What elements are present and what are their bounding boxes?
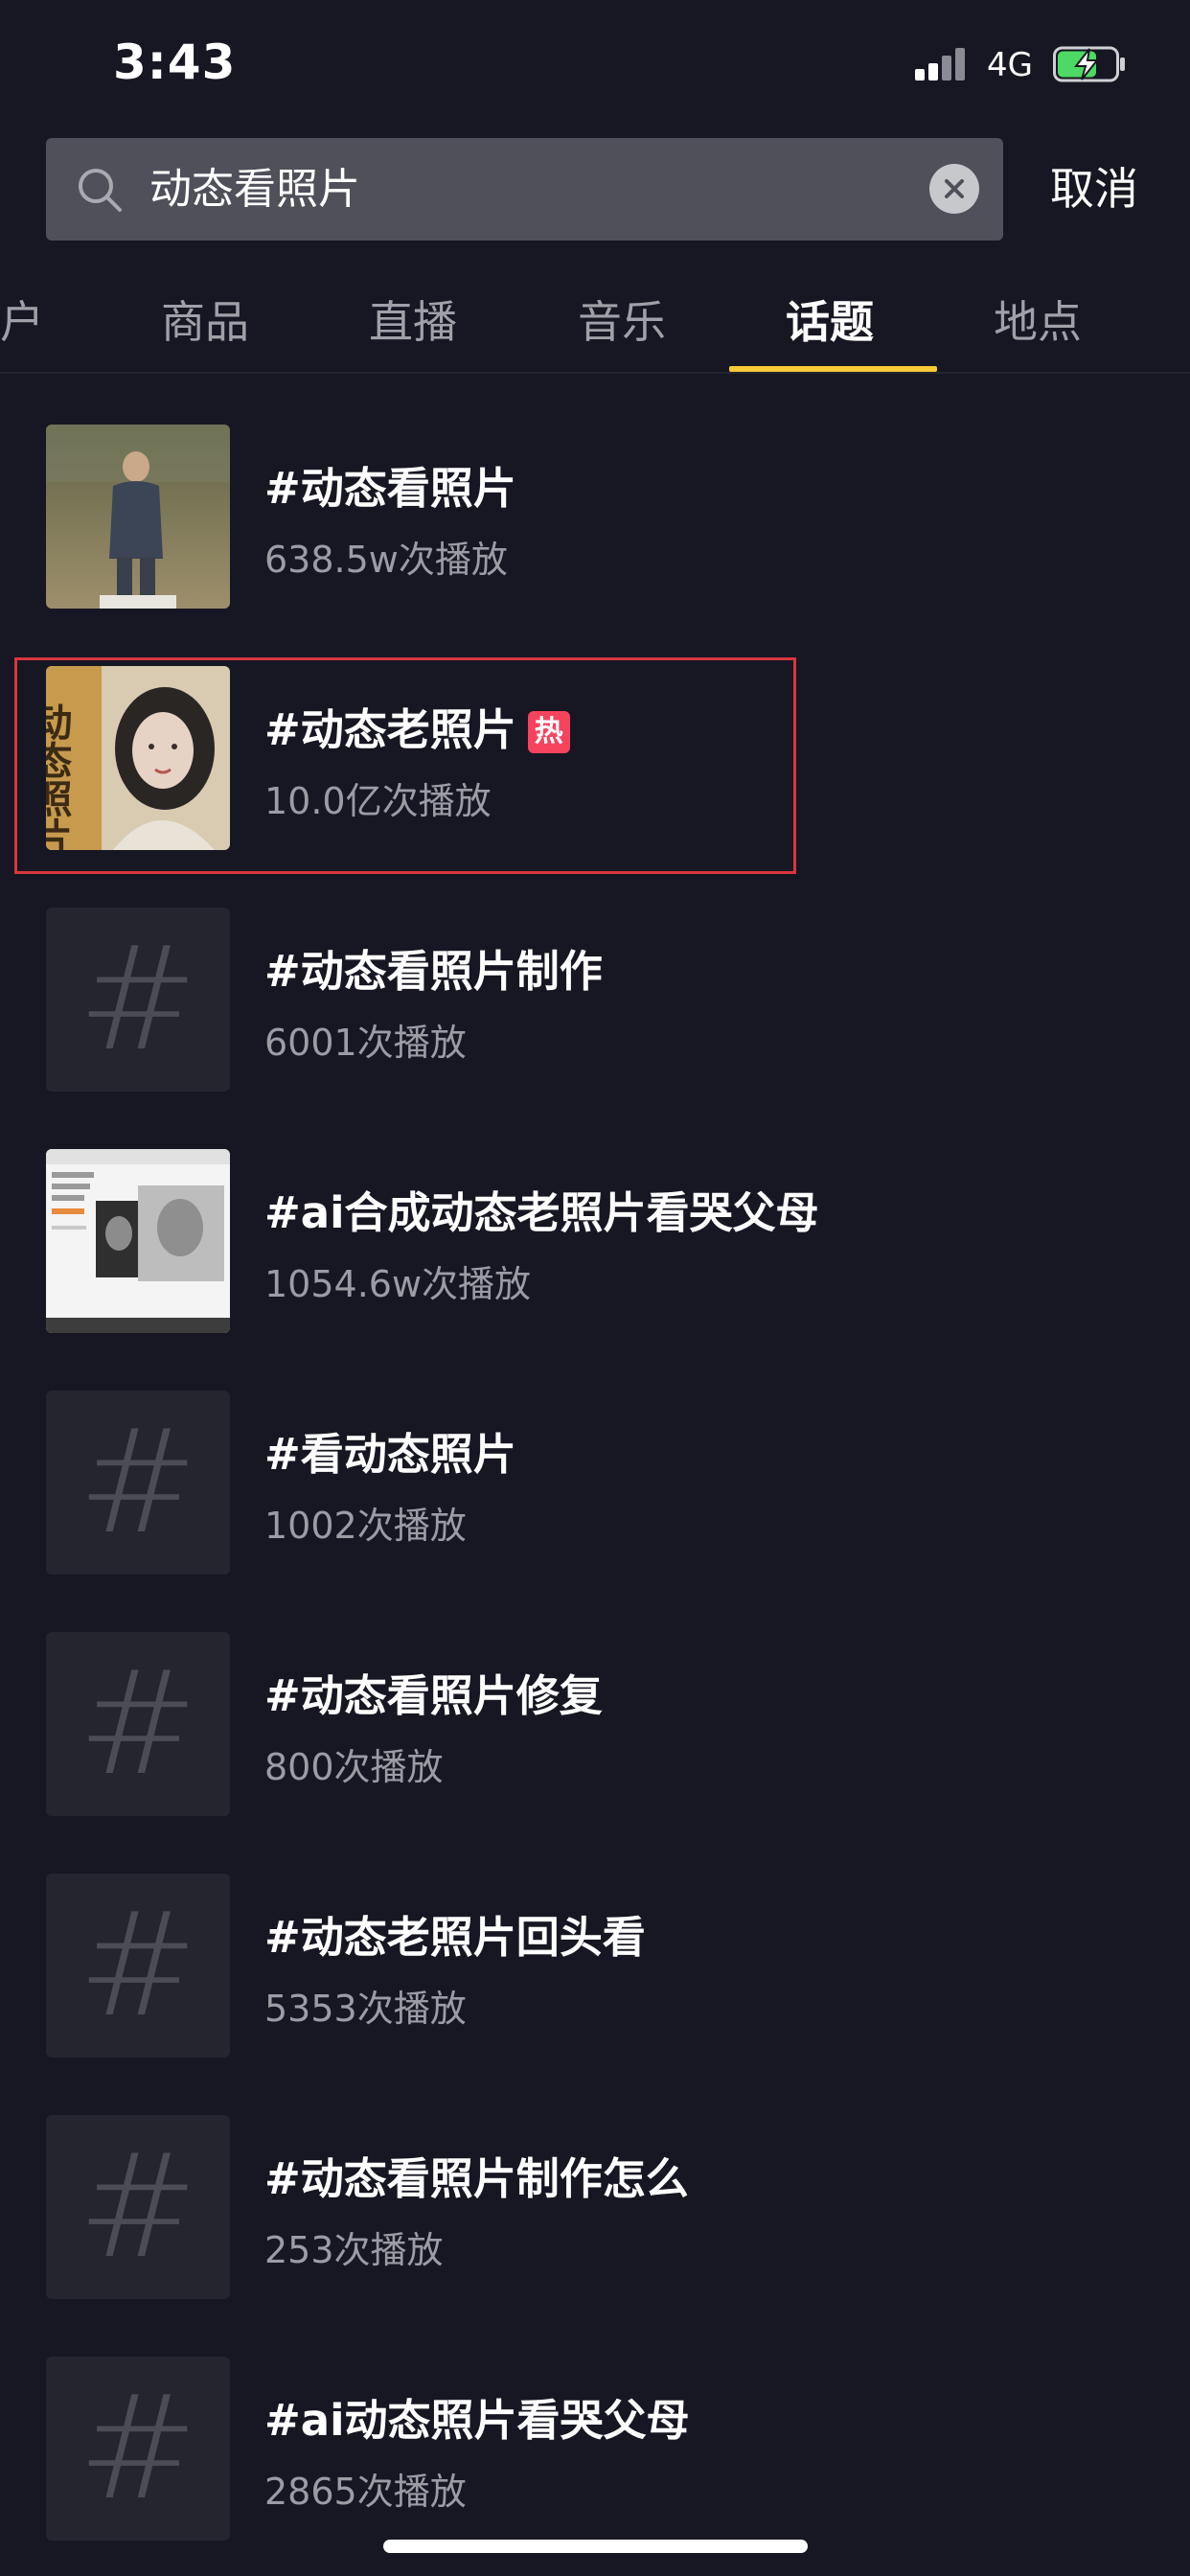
status-time: 3:43 — [113, 34, 237, 90]
tab-bar: 户 商品 直播 音乐 话题 地点 — [0, 259, 1190, 374]
hashtag-placeholder-icon: # — [46, 2115, 230, 2299]
topic-title: #动态看照片 — [264, 463, 516, 514]
topic-play-count: 1054.6w次播放 — [264, 1263, 532, 1305]
topic-title: #动态老照片回头看 — [264, 1912, 646, 1963]
hashtag-placeholder-icon: # — [46, 1391, 230, 1575]
search-box — [46, 138, 1003, 241]
signal-icon — [915, 48, 969, 80]
tab-topics[interactable]: 话题 — [786, 288, 874, 351]
topic-row[interactable]: # #动态看照片制作 6001次播放 — [0, 908, 1190, 1128]
topic-play-count: 800次播放 — [264, 1746, 444, 1788]
topic-title: #动态看照片制作怎么 — [264, 2153, 689, 2204]
hashtag-placeholder-icon: # — [46, 1874, 230, 2058]
topic-thumbnail — [46, 425, 230, 609]
battery-charging-icon — [1053, 46, 1125, 82]
topic-play-count: 6001次播放 — [264, 1022, 467, 1064]
active-tab-indicator — [729, 366, 937, 372]
screen: 3:43 4G 取消 户 商品 — [0, 0, 1190, 2576]
topic-thumbnail — [46, 1149, 230, 1333]
topic-row[interactable]: # #动态看照片制作怎么 253次播放 — [0, 2115, 1190, 2335]
topic-row[interactable]: # #动态老照片回头看 5353次播放 — [0, 1874, 1190, 2094]
topic-play-count: 253次播放 — [264, 2229, 444, 2271]
status-bar: 3:43 4G — [0, 0, 1190, 129]
tab-users[interactable]: 户 — [0, 288, 44, 351]
hashtag-placeholder-icon: # — [46, 908, 230, 1092]
topic-row[interactable]: #动态看照片 638.5w次播放 — [0, 425, 1190, 645]
tab-music[interactable]: 音乐 — [578, 288, 666, 351]
topic-row[interactable]: #ai合成动态老照片看哭父母 1054.6w次播放 — [0, 1149, 1190, 1369]
network-type: 4G — [987, 46, 1033, 84]
topic-row[interactable]: # #看动态照片 1002次播放 — [0, 1391, 1190, 1611]
topic-play-count: 638.5w次播放 — [264, 539, 508, 581]
topic-row[interactable]: # #动态看照片修复 800次播放 — [0, 1632, 1190, 1852]
topic-title: #ai动态照片看哭父母 — [264, 2395, 690, 2446]
tab-live[interactable]: 直播 — [369, 288, 457, 351]
tab-places[interactable]: 地点 — [994, 288, 1082, 351]
search-icon — [79, 169, 122, 212]
topic-title: #动态看照片修复 — [264, 1670, 603, 1721]
close-icon — [945, 179, 964, 198]
hashtag-placeholder-icon: # — [46, 1632, 230, 1816]
clear-search-button[interactable] — [929, 164, 979, 214]
topic-play-count: 5353次播放 — [264, 1988, 467, 2030]
home-indicator[interactable] — [383, 2540, 808, 2553]
topic-title: #ai合成动态老照片看哭父母 — [264, 1187, 819, 1238]
search-input[interactable] — [149, 138, 935, 241]
topic-play-count: 2865次播放 — [264, 2471, 467, 2513]
highlight-box — [14, 657, 796, 874]
topic-title: #动态看照片制作 — [264, 946, 603, 997]
tab-products[interactable]: 商品 — [161, 288, 249, 351]
topic-play-count: 1002次播放 — [264, 1505, 467, 1547]
hashtag-placeholder-icon: # — [46, 2357, 230, 2541]
cancel-button[interactable]: 取消 — [1050, 150, 1138, 228]
topic-title: #看动态照片 — [264, 1429, 516, 1480]
